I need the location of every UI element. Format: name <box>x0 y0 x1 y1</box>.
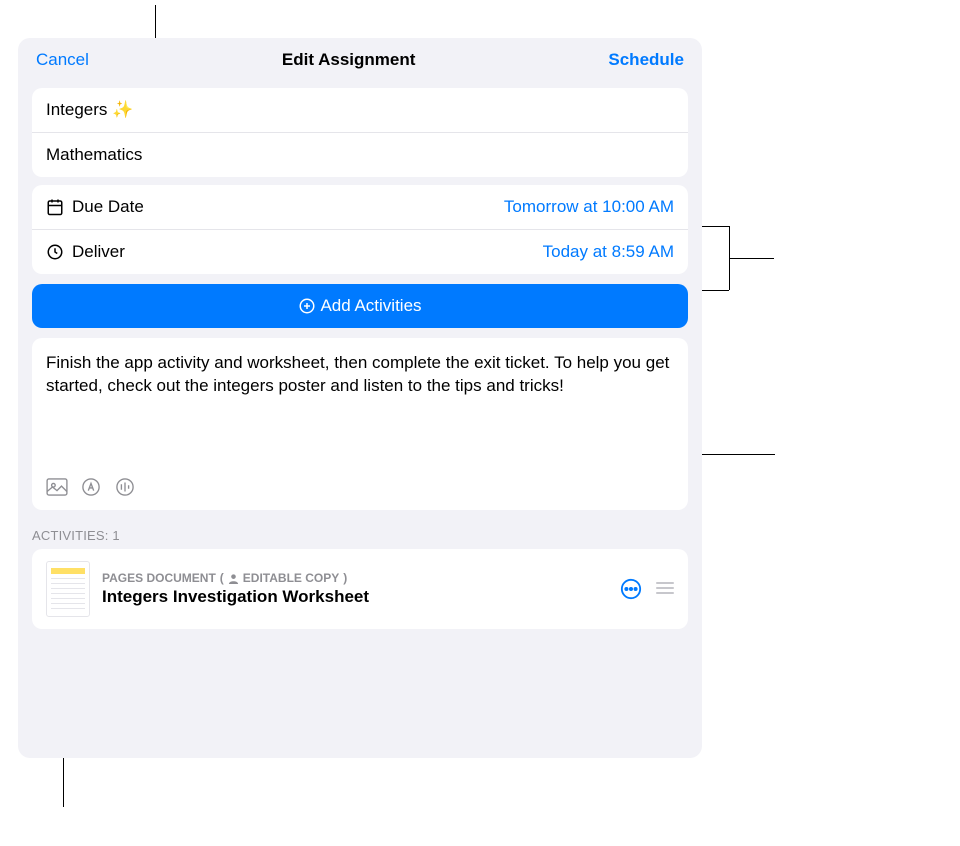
activity-item[interactable]: PAGES DOCUMENT ( EDITABLE COPY ) Integer… <box>32 549 688 629</box>
person-icon <box>228 573 239 584</box>
deliver-row[interactable]: Deliver Today at 8:59 AM <box>32 230 688 274</box>
activity-meta: PAGES DOCUMENT ( EDITABLE COPY ) <box>102 571 608 585</box>
assignment-title-row[interactable]: Integers ✨ <box>32 88 688 133</box>
callout-line-dates <box>699 226 729 227</box>
calendar-icon <box>46 198 64 216</box>
plus-circle-icon <box>298 297 316 315</box>
schedule-button[interactable]: Schedule <box>608 50 684 70</box>
callout-line-dates <box>729 258 774 259</box>
assignment-title-input[interactable]: Integers ✨ <box>46 100 674 120</box>
instructions-textarea[interactable]: Finish the app activity and worksheet, t… <box>46 352 674 398</box>
instructions-card: Finish the app activity and worksheet, t… <box>32 338 688 510</box>
image-icon[interactable] <box>46 478 68 496</box>
font-style-icon[interactable] <box>80 478 102 496</box>
due-date-row[interactable]: Due Date Tomorrow at 10:00 AM <box>32 185 688 230</box>
page-title: Edit Assignment <box>282 50 416 70</box>
callout-line-dates <box>699 290 729 291</box>
deliver-value[interactable]: Today at 8:59 AM <box>543 242 674 262</box>
activity-info: PAGES DOCUMENT ( EDITABLE COPY ) Integer… <box>102 571 608 607</box>
cancel-button[interactable]: Cancel <box>36 50 89 70</box>
title-subject-card: Integers ✨ Mathematics <box>32 88 688 177</box>
subject-row[interactable]: Mathematics <box>32 133 688 177</box>
edit-assignment-panel: Cancel Edit Assignment Schedule Integers… <box>18 38 702 758</box>
add-activities-button[interactable]: Add Activities <box>32 284 688 328</box>
more-options-icon[interactable] <box>620 578 642 600</box>
activity-actions <box>620 578 674 600</box>
clock-icon <box>46 243 64 261</box>
schedule-card: Due Date Tomorrow at 10:00 AM Deliver To… <box>32 185 688 274</box>
activity-copy-type: EDITABLE COPY <box>243 571 339 585</box>
subject-input[interactable]: Mathematics <box>46 145 674 165</box>
activities-section-label: ACTIVITIES: 1 <box>32 528 688 543</box>
activity-type-label: PAGES DOCUMENT <box>102 571 216 585</box>
due-date-label: Due Date <box>72 197 144 217</box>
audio-icon[interactable] <box>114 478 136 496</box>
header-bar: Cancel Edit Assignment Schedule <box>18 38 702 80</box>
instructions-toolbar <box>46 478 674 496</box>
activity-title: Integers Investigation Worksheet <box>102 587 608 607</box>
deliver-label: Deliver <box>72 242 125 262</box>
activity-thumbnail <box>46 561 90 617</box>
due-date-value[interactable]: Tomorrow at 10:00 AM <box>504 197 674 217</box>
drag-handle-icon[interactable] <box>656 582 674 596</box>
add-activities-label: Add Activities <box>320 296 421 316</box>
